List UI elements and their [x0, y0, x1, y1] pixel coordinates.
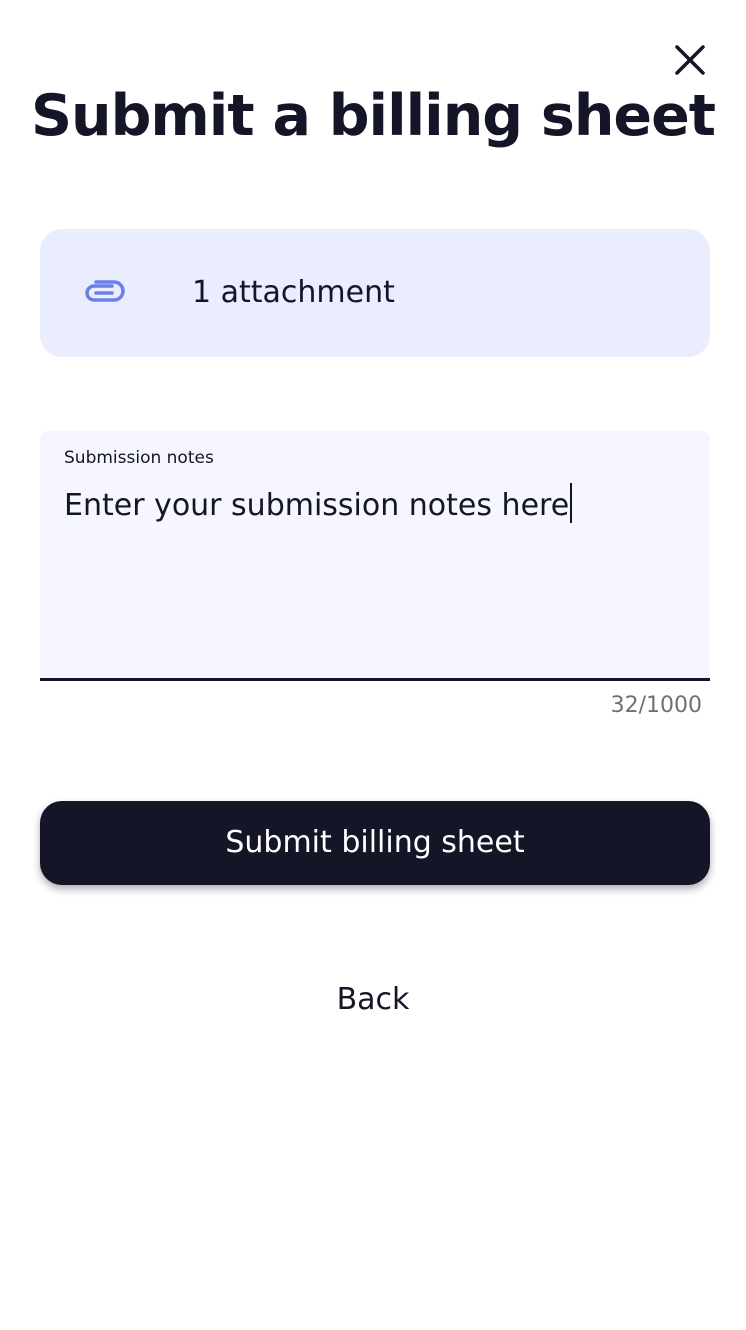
submission-notes-field[interactable]: Submission notes Enter your submission n…	[40, 431, 710, 681]
paperclip-icon	[85, 280, 125, 302]
attachment-card[interactable]: 1 attachment	[40, 229, 710, 357]
page-title: Submit a billing sheet	[30, 83, 716, 149]
submit-billing-sheet-button[interactable]: Submit billing sheet	[40, 801, 710, 885]
close-icon	[675, 45, 705, 75]
character-counter: 32/1000	[610, 693, 702, 718]
close-button[interactable]	[670, 40, 710, 80]
submission-notes-input[interactable]: Enter your submission notes here	[64, 483, 684, 527]
text-cursor	[570, 483, 573, 523]
back-button[interactable]: Back	[273, 975, 473, 1025]
submission-notes-value: Enter your submission notes here	[64, 488, 570, 523]
submit-billing-sheet-page: Submit a billing sheet 1 attachment Subm…	[0, 0, 746, 1330]
attachment-count: 1 attachment	[192, 275, 395, 310]
submission-notes-label: Submission notes	[64, 448, 214, 468]
